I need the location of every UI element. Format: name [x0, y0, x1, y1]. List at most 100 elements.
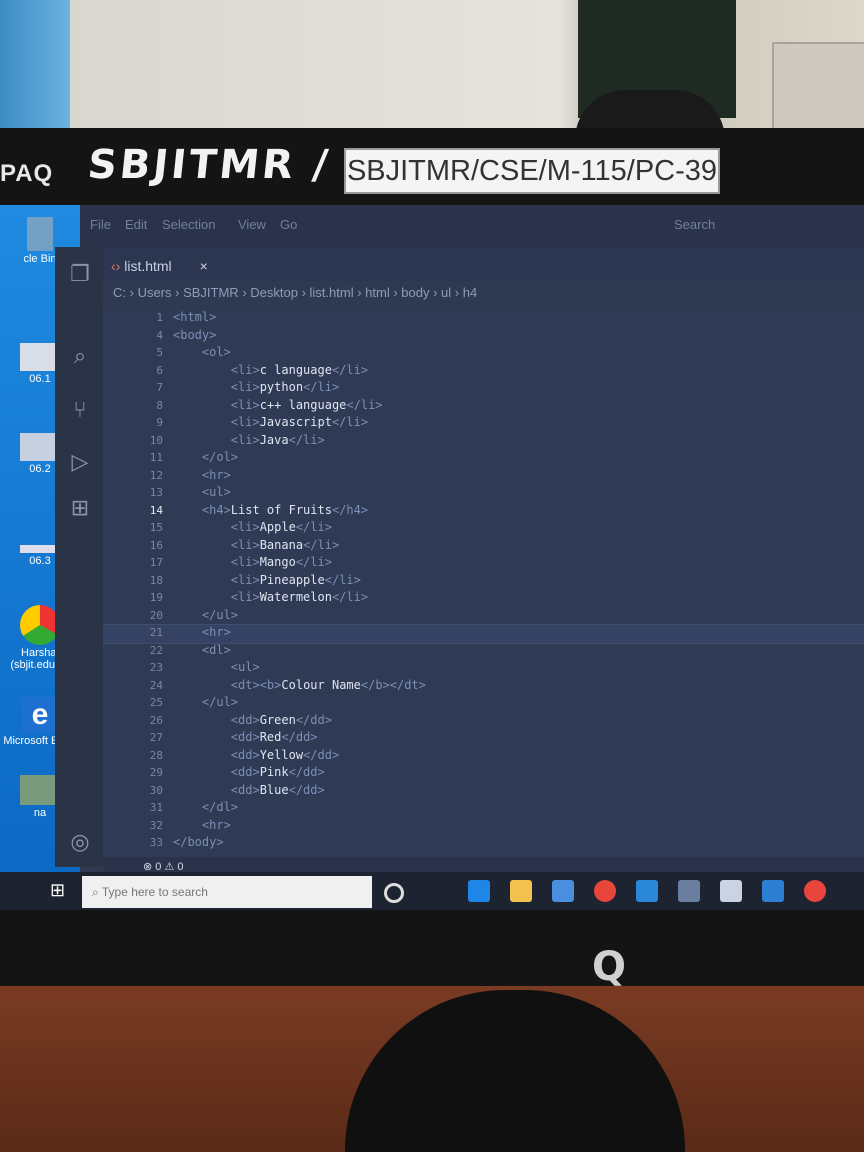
line-number: 21 — [149, 626, 163, 639]
search-icon: ⌕ — [92, 885, 99, 899]
line-number: 33 — [149, 836, 163, 849]
line-number: 13 — [149, 486, 163, 499]
line-number: 8 — [156, 398, 163, 412]
windows-taskbar: ⊞ ⌕ Type here to search — [0, 872, 864, 910]
tab-close-icon[interactable]: × — [200, 258, 208, 274]
code-line[interactable]: <dl> — [173, 643, 231, 657]
code-line[interactable]: <ul> — [173, 485, 231, 499]
recycle-bin-icon — [27, 217, 53, 251]
taskbar-search[interactable]: ⌕ Type here to search — [82, 876, 372, 908]
code-line[interactable]: <dd>Yellow</dd> — [173, 748, 339, 762]
store-icon[interactable] — [552, 880, 574, 902]
asset-tag-sticker: SBJITMR/CSE/M-115/PC-39 — [344, 148, 720, 194]
code-line[interactable]: <html> — [173, 310, 216, 324]
handwritten-label: SBJITMR / — [85, 142, 333, 188]
code-line[interactable]: <dd>Red</dd> — [173, 730, 318, 744]
code-line[interactable]: <dt><b>Colour Name</b></dt> — [173, 678, 426, 692]
compaq-logo: Q — [592, 944, 627, 990]
line-number: 23 — [149, 661, 163, 674]
code-line[interactable]: </ul> — [173, 695, 238, 709]
line-number: 5 — [156, 346, 163, 359]
cortana-icon[interactable] — [384, 883, 404, 903]
breadcrumb: C: › Users › SBJITMR › Desktop › list.ht… — [113, 285, 478, 300]
file-thumbnail-icon — [20, 433, 60, 461]
extensions-icon[interactable]: ⊞ — [67, 495, 93, 521]
edge-icon[interactable] — [468, 880, 490, 902]
source-control-icon[interactable]: ⑂ — [67, 397, 93, 423]
code-line[interactable]: <li>Java</li> — [173, 433, 325, 447]
explorer-icon[interactable]: ❐ — [67, 261, 93, 287]
line-number: 4 — [156, 328, 163, 342]
line-number: 22 — [149, 643, 163, 657]
code-line[interactable]: <ul> — [173, 660, 260, 674]
code-line[interactable]: </dl> — [173, 800, 238, 814]
tab-list-html[interactable]: ‹› list.html × — [111, 253, 221, 279]
line-number: 11 — [149, 451, 163, 464]
line-number: 28 — [149, 748, 163, 762]
code-line[interactable]: </ol> — [173, 450, 238, 464]
code-line[interactable]: <li>Apple</li> — [173, 520, 332, 534]
code-line[interactable]: </body> — [173, 835, 224, 849]
code-editor[interactable]: 1 <html> 4 <body> 5 <ol> 6 <li>c language</li… — [103, 309, 864, 869]
code-line[interactable]: <ol> — [173, 345, 231, 359]
line-number: 10 — [149, 433, 163, 447]
code-line[interactable]: <dd>Blue</dd> — [173, 783, 325, 797]
code-line[interactable]: <li>c language</li> — [173, 363, 368, 377]
line-number: 14 — [149, 503, 163, 517]
vscode-titlebar: File Edit Selection View Go Search — [80, 205, 864, 247]
code-line[interactable]: <li>Watermelon</li> — [173, 590, 368, 604]
code-line[interactable]: <hr> — [173, 818, 231, 832]
html-file-icon: ‹› — [111, 258, 121, 274]
editor-tabs: ‹› list.html × — [103, 247, 864, 281]
code-line[interactable]: <body> — [173, 328, 216, 342]
network-icon[interactable] — [678, 880, 700, 902]
line-number: 32 — [149, 818, 163, 832]
account-icon[interactable]: ◎ — [67, 829, 93, 855]
menu-selection[interactable]: Selection — [162, 217, 215, 232]
file-explorer-icon[interactable] — [510, 880, 532, 902]
line-number: 26 — [149, 713, 163, 727]
chrome-icon[interactable] — [594, 880, 616, 902]
file-thumbnail-icon — [20, 343, 60, 371]
line-number: 18 — [149, 573, 163, 587]
code-line[interactable]: </ul> — [173, 608, 238, 622]
line-number: 15 — [149, 521, 163, 534]
chrome-icon — [20, 605, 60, 645]
line-number: 19 — [149, 591, 163, 604]
code-line[interactable]: <li>Mango</li> — [173, 555, 332, 569]
line-number: 9 — [156, 416, 163, 429]
task-view-icon[interactable] — [426, 880, 448, 902]
code-line[interactable]: <dd>Pink</dd> — [173, 765, 325, 779]
command-search[interactable]: Search — [674, 217, 715, 232]
code-line[interactable]: <li>Javascript</li> — [173, 415, 368, 429]
search-icon[interactable]: ⌕ — [67, 343, 93, 369]
wall-notice — [772, 42, 864, 136]
vscode-icon[interactable] — [762, 880, 784, 902]
chrome-icon[interactable] — [804, 880, 826, 902]
screen: cle Bin 06.1 06.2 06.3 Harshal (sbjit.ed… — [0, 205, 864, 910]
line-number: 12 — [149, 468, 163, 482]
line-number: 31 — [149, 801, 163, 814]
menu-go[interactable]: Go — [280, 217, 297, 232]
code-line[interactable]: <hr> — [173, 468, 231, 482]
mail-icon[interactable] — [636, 880, 658, 902]
code-line[interactable]: <li>Banana</li> — [173, 538, 339, 552]
line-number: 27 — [149, 731, 163, 744]
image-thumbnail-icon — [20, 775, 60, 805]
line-number: 30 — [149, 783, 163, 797]
code-line[interactable]: <dd>Green</dd> — [173, 713, 332, 727]
run-debug-icon[interactable]: ▷ — [67, 449, 93, 475]
menu-file[interactable]: File — [90, 217, 111, 232]
code-line[interactable]: <li>Pineapple</li> — [173, 573, 361, 587]
code-line[interactable]: <li>c++ language</li> — [173, 398, 383, 412]
code-line[interactable]: <h4>List of Fruits</h4> — [173, 503, 368, 517]
line-number: 16 — [149, 538, 163, 552]
code-line[interactable]: <li>python</li> — [173, 380, 339, 394]
menu-view[interactable]: View — [238, 217, 266, 232]
menu-edit[interactable]: Edit — [125, 217, 147, 232]
code-line[interactable]: <hr> — [173, 625, 231, 639]
windows-start-icon[interactable]: ⊞ — [50, 880, 72, 902]
edge-icon: e — [22, 697, 58, 733]
weather-icon[interactable] — [720, 880, 742, 902]
activity-bar: ❐ ⌕ ⑂ ▷ ⊞ ◎ — [55, 247, 103, 867]
